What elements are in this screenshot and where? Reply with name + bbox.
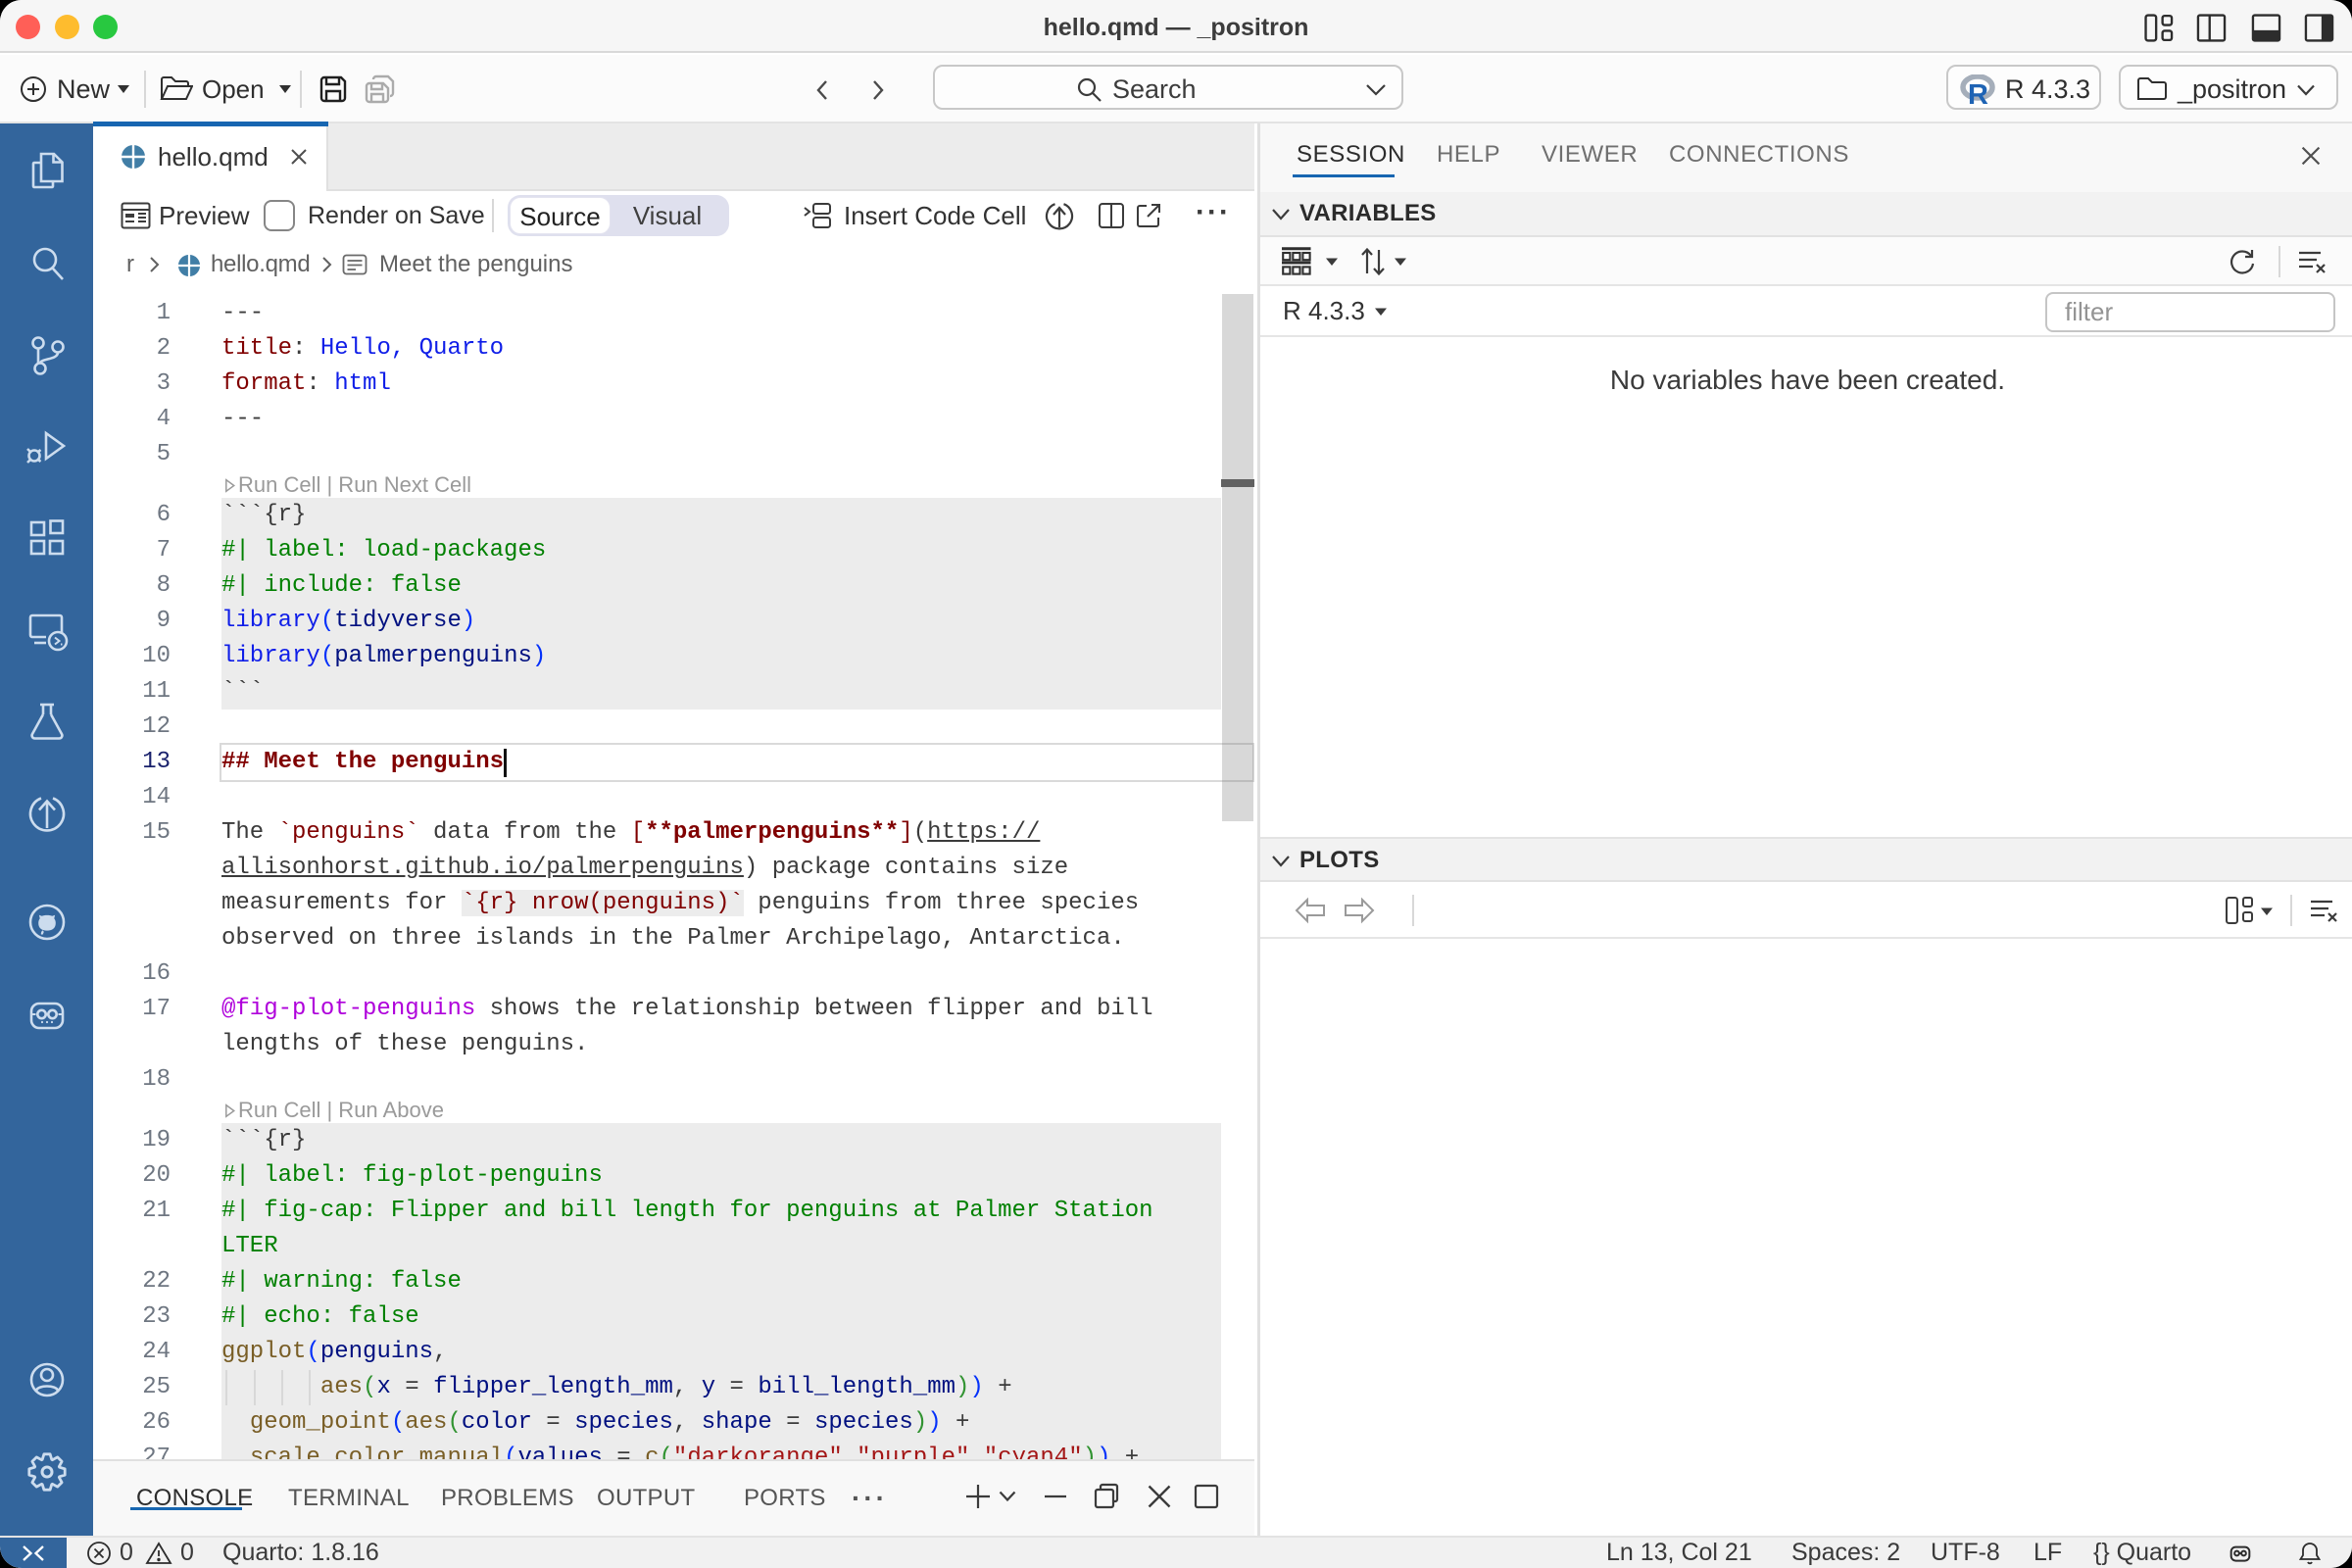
svg-text:R: R [1968,79,1988,106]
